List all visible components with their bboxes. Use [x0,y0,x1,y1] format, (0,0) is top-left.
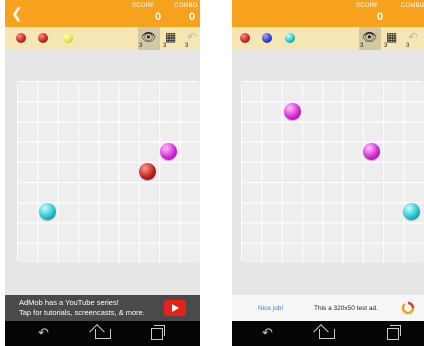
tool-count: 3 [360,43,364,49]
back-icon[interactable]: ↶ [262,325,273,341]
qr-grid-icon: ▦ [386,30,398,44]
ad-test-text: This a 320x50 test ad. [314,305,378,312]
ball-magenta[interactable] [284,103,301,120]
game-board[interactable] [241,81,424,263]
recent-apps-icon[interactable] [387,325,401,340]
score-value: 0 [155,11,162,23]
next-balls-toolbar: 👁 3 ▦ 3 ↶ 3 [5,27,200,50]
top-bar: ❮ SCORE COMBO 0 0 [5,0,200,27]
ball-cyan[interactable] [403,203,420,220]
home-icon[interactable] [95,329,111,339]
ball-magenta[interactable] [160,143,177,160]
back-icon[interactable]: ↶ [38,325,49,341]
tool-count: 3 [163,43,167,49]
game-screen-left: ❮ SCORE COMBO 0 0 👁 3 ▦ 3 ↶ 3 AdMob has … [5,0,200,346]
tool-count: 3 [406,43,410,49]
tool-count: 3 [139,43,143,49]
youtube-play-icon[interactable] [164,300,186,316]
admob-logo-icon [401,301,415,315]
ball-red[interactable] [139,163,156,180]
recent-apps-icon[interactable] [151,325,165,340]
grid-tool-button[interactable]: ▦ 3 [162,27,184,50]
undo-tool-button[interactable]: ↶ 3 [405,27,424,50]
game-board[interactable] [17,81,200,263]
ad-banner[interactable]: AdMob has a YouTube series! Tap for tuto… [5,295,200,321]
combo-label: COMBO [174,3,198,9]
tool-count: 3 [185,43,189,49]
next-ball-red [38,33,48,43]
score-label: SCORE [356,3,379,9]
ad-nice-job-text: Nice job! [258,305,284,312]
next-ball-red [240,33,250,43]
score-value: 0 [377,11,384,23]
eye-tool-button[interactable]: 👁 3 [138,27,160,50]
ad-line-1: AdMob has a YouTube series! [19,298,119,307]
eye-icon: 👁 [362,30,378,44]
tool-count: 3 [384,43,388,49]
eye-icon: 👁 [141,30,157,44]
game-screen-right: SCORE COMBO 0 👁 3 ▦ 3 ↶ 3 Nice job! This… [232,0,424,346]
score-label: SCORE [132,3,155,9]
next-ball-yellow [63,33,73,43]
android-nav-bar: ↶ [232,321,424,346]
ball-cyan[interactable] [39,203,56,220]
android-nav-bar: ↶ [5,321,200,346]
next-balls-toolbar: 👁 3 ▦ 3 ↶ 3 [232,27,424,50]
grid-tool-button[interactable]: ▦ 3 [383,27,405,50]
next-ball-blue [262,33,272,43]
qr-grid-icon: ▦ [165,30,177,44]
home-icon[interactable] [319,329,335,339]
combo-label: COMBO [401,3,424,9]
next-ball-red [16,33,26,43]
ad-line-2: Tap for tutorials, screencasts, & more. [19,308,145,317]
combo-value: 0 [189,11,196,23]
back-arrow-icon[interactable]: ❮ [11,4,23,22]
undo-icon: ↶ [408,30,419,44]
next-ball-cyan [285,33,295,43]
undo-tool-button[interactable]: ↶ 3 [184,27,200,50]
ball-magenta[interactable] [363,143,380,160]
eye-tool-button[interactable]: 👁 3 [359,27,381,50]
test-ad-banner[interactable]: Nice job! This a 320x50 test ad. [232,295,424,321]
undo-icon: ↶ [187,30,198,44]
top-bar: SCORE COMBO 0 [232,0,424,27]
